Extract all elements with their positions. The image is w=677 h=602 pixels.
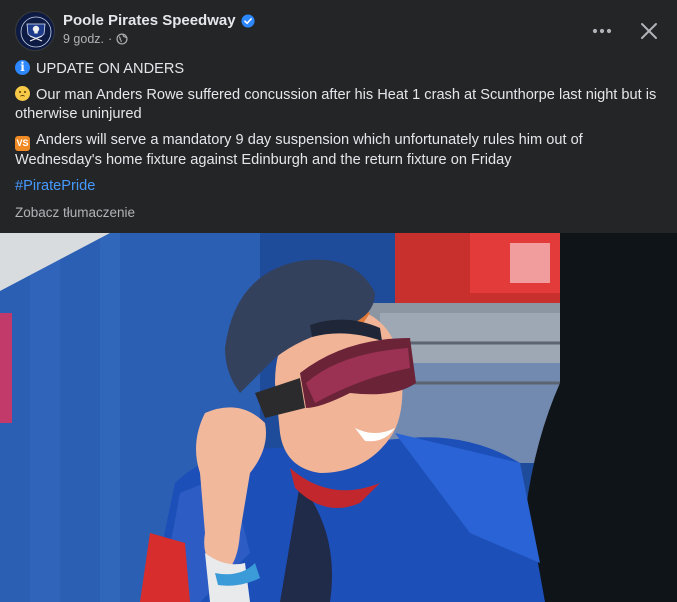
post-meta: 9 godz. ·	[63, 32, 128, 46]
post-line-suspension: VS Anders will serve a mandatory 9 day su…	[15, 131, 662, 170]
page-avatar[interactable]	[15, 11, 55, 51]
post-line-heading: UPDATE ON ANDERS	[15, 60, 662, 79]
globe-icon[interactable]	[116, 33, 128, 45]
post-timestamp[interactable]: 9 godz.	[63, 32, 104, 46]
close-button[interactable]	[636, 18, 662, 44]
post-body: UPDATE ON ANDERS Our man Anders Rowe suf…	[15, 60, 662, 203]
meta-separator: ·	[108, 32, 113, 46]
post-concussion-text: Our man Anders Rowe suffered concussion …	[15, 87, 657, 122]
post-heading-text: UPDATE ON ANDERS	[36, 61, 185, 77]
page-name-link[interactable]: Poole Pirates Speedway	[63, 12, 236, 29]
rider-photo-image	[0, 233, 677, 602]
post-header: Poole Pirates Speedway 9 godz. ·	[15, 10, 662, 54]
more-options-icon	[592, 28, 612, 34]
verified-badge-icon	[241, 13, 255, 28]
post-line-hashtag: #PiratePride	[15, 177, 662, 196]
vs-emoji-icon: VS	[15, 136, 30, 151]
see-translation-link[interactable]: Zobacz tłumaczenie	[15, 205, 135, 220]
hashtag-link[interactable]: #PiratePride	[15, 178, 95, 194]
info-emoji-icon	[15, 60, 30, 75]
post-photo[interactable]	[0, 233, 677, 602]
pirates-logo-icon	[17, 13, 54, 50]
page-name-row: Poole Pirates Speedway	[63, 12, 255, 29]
post-line-concussion: Our man Anders Rowe suffered concussion …	[15, 86, 662, 124]
post-suspension-text: Anders will serve a mandatory 9 day susp…	[15, 132, 583, 168]
more-options-button[interactable]	[588, 19, 616, 43]
close-icon	[641, 23, 657, 39]
facebook-post: Poole Pirates Speedway 9 godz. · iUPDATE…	[0, 0, 677, 602]
worried-face-emoji-icon	[15, 86, 30, 101]
